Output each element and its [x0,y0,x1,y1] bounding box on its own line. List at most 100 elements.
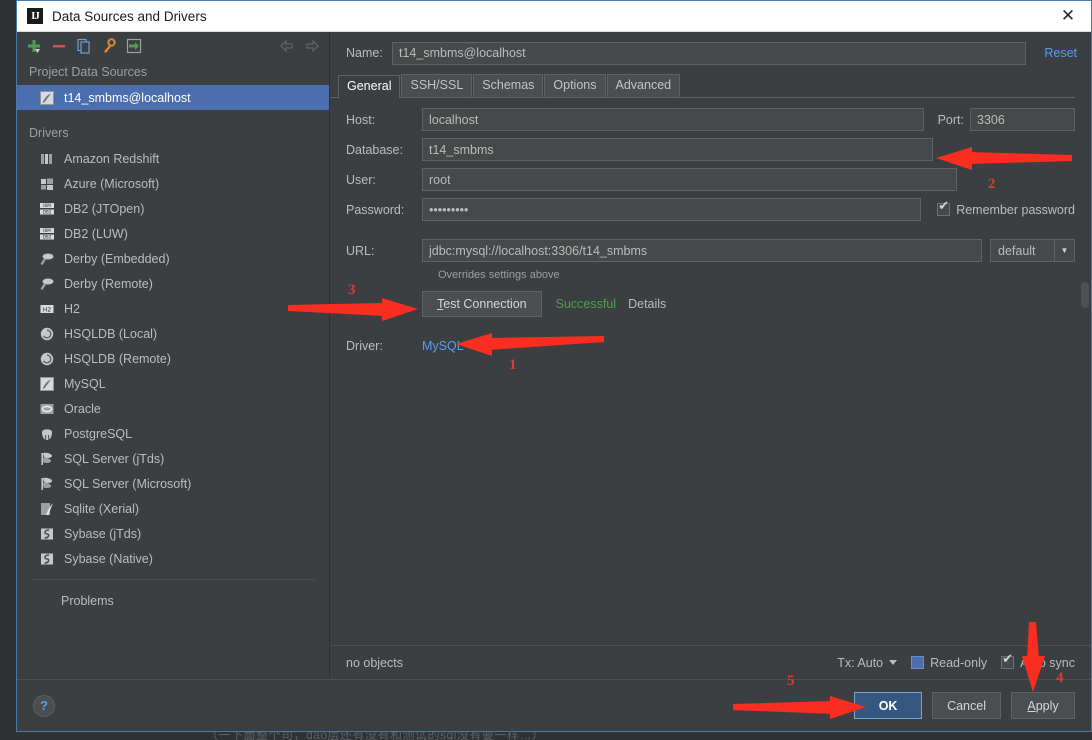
port-input[interactable] [970,108,1075,131]
test-connection-button[interactable]: Test Connection [422,291,542,317]
remember-password-label: Remember password [956,202,1075,217]
sidebar-item-sql-server-jtds[interactable]: SQL Server (jTds) [17,446,329,471]
svg-text:DB2: DB2 [43,209,52,214]
sidebar-group-project-data-sources: Project Data Sources [29,65,148,79]
sidebar-group-drivers: Drivers [29,126,69,140]
driver-row: Driver: MySQL [346,339,1075,353]
driver-properties-icon[interactable] [100,37,118,55]
dialog-content: Project Data Sources t14_smbms@localhost [17,32,1091,679]
name-input[interactable] [392,41,1027,65]
url-scheme-value: default [998,243,1036,258]
sidebar-item-derby-embedded[interactable]: Derby (Embedded) [17,246,329,271]
status-bar-right: Tx: Auto Read-only Auto sync [837,653,1075,670]
sybase-icon [39,526,55,542]
test-connection-row: Test Connection Successful Details [346,291,1075,317]
sidebar-item-label: HSQLDB (Remote) [64,351,171,366]
db2-icon: IBM DB2 [39,201,55,217]
chevron-down-icon: ▼ [1054,240,1074,261]
import-icon[interactable] [125,37,143,55]
sidebar-item-label: PostgreSQL [64,426,133,441]
sidebar-item-sql-server-microsoft[interactable]: SQL Server (Microsoft) [17,471,329,496]
sidebar-toolbar [17,32,329,59]
move-left-icon[interactable] [278,37,296,55]
main-status-bar: no objects Tx: Auto Read-only ✔ Auto syn… [330,645,1091,679]
tab-general[interactable]: General [338,75,401,98]
test-connection-label-rest: est Connection [443,297,527,311]
cancel-button[interactable]: Cancel [932,692,1001,719]
scrollbar-thumb[interactable] [1081,282,1089,308]
sidebar-item-sybase-jtds[interactable]: Sybase (jTds) [17,521,329,546]
url-input[interactable] [422,239,982,262]
user-input[interactable] [422,168,957,191]
sidebar-item-label: Sqlite (Xerial) [64,501,140,516]
tab-schemas[interactable]: Schemas [473,74,544,97]
read-only-checkbox[interactable]: Read-only [911,656,987,670]
remember-password-checkbox[interactable]: Remember password [937,200,1075,217]
general-form: Host: Port: Database: User: [330,98,1091,645]
sidebar-item-label: t14_smbms@localhost [64,90,191,105]
intellij-logo-icon: IJ [27,8,43,24]
sidebar-item-db2-luw[interactable]: IBM DB2 DB2 (LUW) [17,221,329,246]
tab-ssh-ssl[interactable]: SSH/SSL [401,74,473,97]
auto-sync-checkbox[interactable]: Auto sync [1001,653,1075,670]
sybase-icon [39,551,55,567]
help-icon[interactable]: ? [33,694,55,717]
reset-link[interactable]: Reset [1044,46,1077,60]
sidebar-item-problems[interactable]: Problems [17,580,329,608]
mysql-icon [39,376,55,392]
password-input[interactable] [422,198,922,221]
sidebar-item-label: MySQL [64,376,106,391]
sidebar-item-sqlite-xerial[interactable]: Sqlite (Xerial) [17,496,329,521]
svg-text:IBM: IBM [43,203,51,208]
driver-link[interactable]: MySQL [422,339,464,353]
sidebar-item-sybase-native[interactable]: Sybase (Native) [17,546,329,571]
mysql-icon [39,90,55,106]
sidebar-item-label: Sybase (Native) [64,551,153,566]
copy-icon[interactable] [75,37,93,55]
close-icon[interactable]: ✕ [1045,1,1091,31]
sidebar-item-label: H2 [64,301,80,316]
add-icon[interactable] [25,37,43,55]
derby-icon [39,276,55,292]
host-label: Host: [346,112,376,127]
sidebar-list[interactable]: Project Data Sources t14_smbms@localhost [17,59,329,679]
url-scheme-dropdown[interactable]: default ▼ [990,239,1075,262]
checkbox-icon [911,656,925,669]
move-right-icon[interactable] [303,37,321,55]
tab-advanced[interactable]: Advanced [606,74,681,97]
main-vertical-scrollbar[interactable] [1081,102,1089,639]
sidebar-item-label: Azure (Microsoft) [64,176,160,191]
sqlserver-icon [39,476,55,492]
sidebar-item-t14-smbms-localhost[interactable]: t14_smbms@localhost [17,85,329,110]
sidebar-item-postgresql[interactable]: PostgreSQL [17,421,329,446]
tx-mode-dropdown[interactable]: Tx: Auto [837,656,898,670]
host-row: Host: Port: [346,108,1075,131]
no-objects-label: no objects [346,655,403,670]
sidebar-item-hsqldb-remote[interactable]: HSQLDB (Remote) [17,346,329,371]
remove-icon[interactable] [50,37,68,55]
sidebar-item-azure-microsoft[interactable]: Azure (Microsoft) [17,171,329,196]
details-link[interactable]: Details [628,297,666,311]
sidebar-item-hsqldb-local[interactable]: HSQLDB (Local) [17,321,329,346]
sidebar: Project Data Sources t14_smbms@localhost [17,32,330,679]
database-input[interactable] [422,138,933,161]
database-row: Database: [346,138,1075,161]
sqlite-icon [39,501,55,517]
sidebar-item-oracle[interactable]: Oracle [17,396,329,421]
h2-icon: H2 [39,301,55,317]
sidebar-item-h2[interactable]: H2 H2 [17,296,329,321]
overrides-hint: Overrides settings above [438,269,560,281]
svg-text:DB2: DB2 [43,234,52,239]
host-input[interactable] [422,108,924,131]
sidebar-item-derby-remote[interactable]: Derby (Remote) [17,271,329,296]
tab-options[interactable]: Options [544,74,606,97]
ok-button[interactable]: OK [854,692,923,719]
apply-button[interactable]: Apply [1011,692,1075,719]
hsqldb-icon [39,351,55,367]
sidebar-item-mysql[interactable]: MySQL [17,371,329,396]
sidebar-item-db2-jtopen[interactable]: IBM DB2 DB2 (JTOpen) [17,196,329,221]
hsqldb-icon [39,326,55,342]
sidebar-item-amazon-redshift[interactable]: Amazon Redshift [17,146,329,171]
footer-buttons: OK Cancel Apply [854,692,1075,719]
svg-text:H2: H2 [43,306,52,313]
